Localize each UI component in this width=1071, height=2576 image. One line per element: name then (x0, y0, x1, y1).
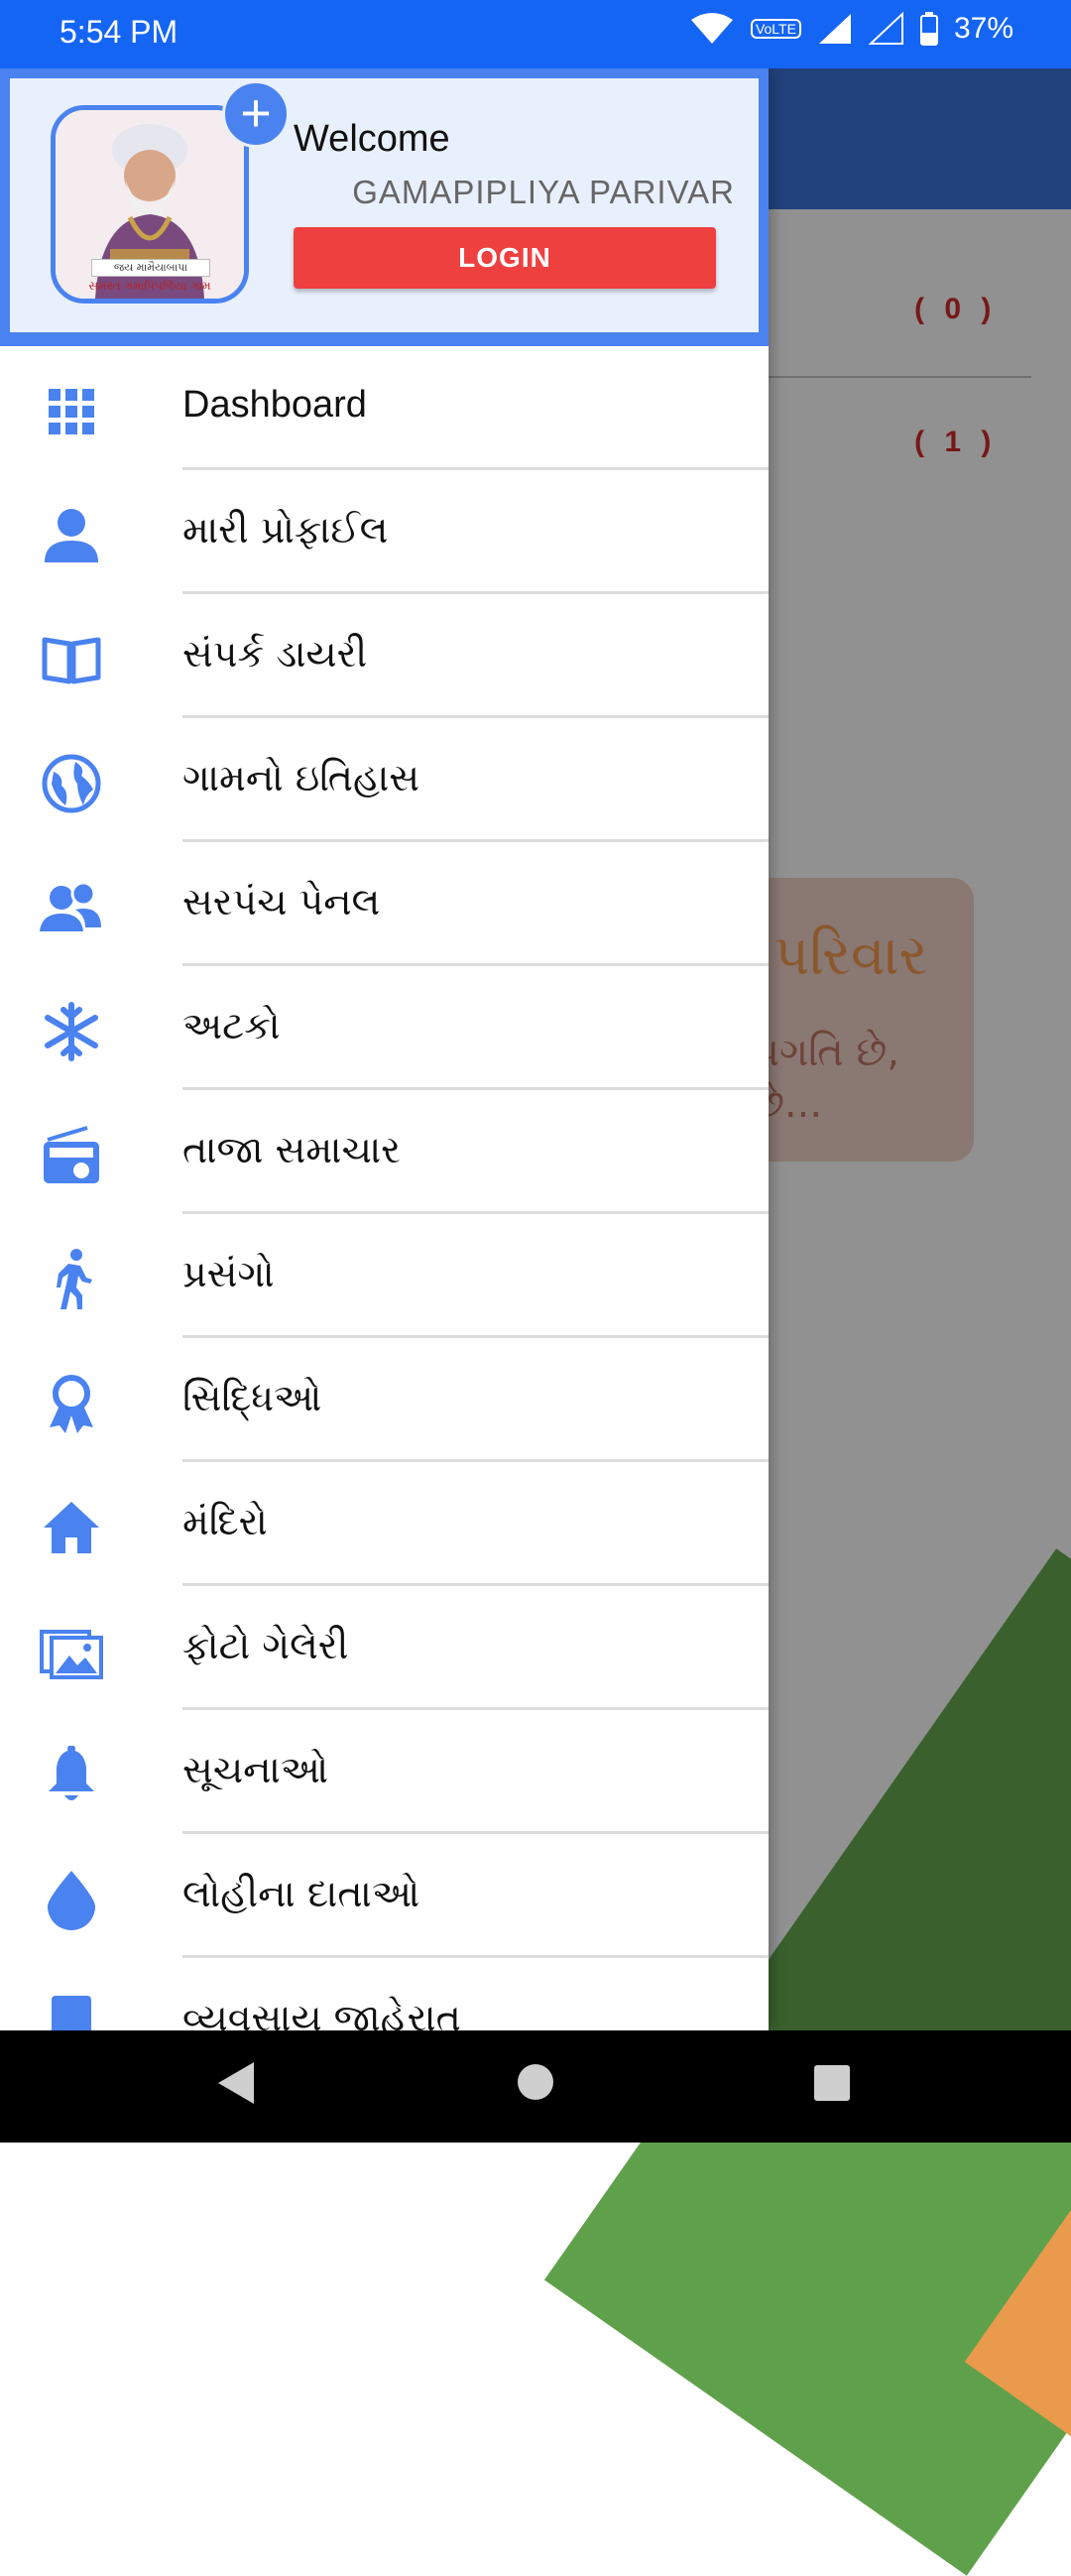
login-button[interactable]: LOGIN (294, 227, 716, 289)
system-nav-bar (0, 2030, 1071, 2143)
walk-icon (40, 1248, 103, 1311)
menu-label: સંપર્ક ડાયરી (182, 632, 368, 675)
menu-item-village-history[interactable]: ગામનો ઇતિહાસ (0, 718, 769, 842)
menu-label: સૂચનાઓ (182, 1748, 329, 1791)
menu-item-notices[interactable]: સૂચનાઓ (0, 1710, 769, 1834)
radio-icon (40, 1124, 103, 1187)
snowflake-icon (40, 1000, 103, 1063)
menu-label: અટકો (182, 1004, 281, 1047)
menu-label: મંદિરો (182, 1500, 268, 1543)
add-photo-button[interactable]: + (222, 80, 290, 148)
drawer-menu: Dashboard મારી પ્રોફાઈલ સંપર્ક ડાયરી ગામ… (0, 346, 769, 2030)
menu-label: પ્રસંગો (182, 1252, 275, 1295)
gallery-icon (40, 1620, 103, 1683)
book-icon (40, 628, 103, 691)
person-icon (40, 504, 103, 567)
back-button[interactable] (216, 2060, 256, 2111)
org-name: GAMAPIPLIYA PARIVAR (352, 174, 735, 210)
menu-item-business-ads[interactable]: વ્યવસાય જાહેરાત (0, 1958, 769, 2030)
menu-item-achievements[interactable]: સિદ્ધિઓ (0, 1338, 769, 1462)
menu-label: તાજા સમાચાર (182, 1128, 401, 1171)
grid-icon (40, 380, 103, 443)
menu-item-surnames[interactable]: અટકો (0, 966, 769, 1090)
bell-icon (40, 1744, 103, 1807)
home-icon (40, 1496, 103, 1559)
menu-item-photo-gallery[interactable]: ફોટો ગેલેરી (0, 1586, 769, 1710)
menu-label: મારી પ્રોફાઈલ (182, 508, 389, 552)
signal-empty-icon (868, 12, 904, 46)
status-time: 5:54 PM (60, 14, 178, 50)
drop-icon (40, 1868, 103, 1931)
signal-icon (817, 12, 853, 46)
battery-icon (919, 12, 938, 46)
menu-label: સિદ્ધિઓ (182, 1376, 322, 1419)
award-icon (40, 1372, 103, 1435)
menu-label: વ્યવસાય જાહેરાત (182, 1996, 461, 2030)
avatar-caption-top: જય મામૈયાબાપા (91, 259, 210, 277)
globe-icon (40, 752, 103, 815)
menu-label: સરપંચ પેનલ (182, 880, 381, 923)
status-icons: VoLTE 37% (689, 12, 1013, 46)
avatar-caption-bottom: સમસ્ત ગમાપિપળિયા ગામ (88, 279, 211, 293)
menu-label: ફોટો ગેલેરી (182, 1624, 349, 1667)
menu-item-profile[interactable]: મારી પ્રોફાઈલ (0, 470, 769, 594)
volte-icon: VoLTE (750, 19, 801, 39)
battery-percent: 37% (953, 12, 1013, 45)
menu-label: લોહીના દાતાઓ (182, 1872, 420, 1915)
menu-item-contact-diary[interactable]: સંપર્ક ડાયરી (0, 594, 769, 718)
menu-item-latest-news[interactable]: તાજા સમાચાર (0, 1090, 769, 1214)
plus-icon: + (240, 83, 272, 143)
menu-item-events[interactable]: પ્રસંગો (0, 1214, 769, 1338)
status-bar: 5:54 PM VoLTE 37% (0, 0, 1071, 68)
menu-item-dashboard[interactable]: Dashboard (0, 346, 769, 470)
recents-button[interactable] (813, 2064, 851, 2107)
welcome-text: Welcome (294, 118, 450, 160)
drawer-header-panel: જય મામૈયાબાપા સમસ્ત ગમાપિપળિયા ગામ + Wel… (10, 78, 759, 332)
menu-item-temples[interactable]: મંદિરો (0, 1462, 769, 1586)
menu-item-blood-donors[interactable]: લોહીના દાતાઓ (0, 1834, 769, 1958)
people-icon (40, 876, 103, 939)
menu-item-sarpanch-panel[interactable]: સરપંચ પેનલ (0, 842, 769, 966)
avatar[interactable]: જય મામૈયાબાપા સમસ્ત ગમાપિપળિયા ગામ (51, 105, 249, 304)
menu-label: ગામનો ઇતિહાસ (182, 756, 420, 799)
business-icon (40, 1992, 103, 2030)
menu-label: Dashboard (182, 384, 367, 426)
drawer-header: જય મામૈયાબાપા સમસ્ત ગમાપિપળિયા ગામ + Wel… (0, 68, 769, 346)
navigation-drawer: જય મામૈયાબાપા સમસ્ત ગમાપિપળિયા ગામ + Wel… (0, 68, 769, 2030)
wifi-icon (689, 12, 735, 46)
home-button[interactable] (516, 2062, 555, 2107)
